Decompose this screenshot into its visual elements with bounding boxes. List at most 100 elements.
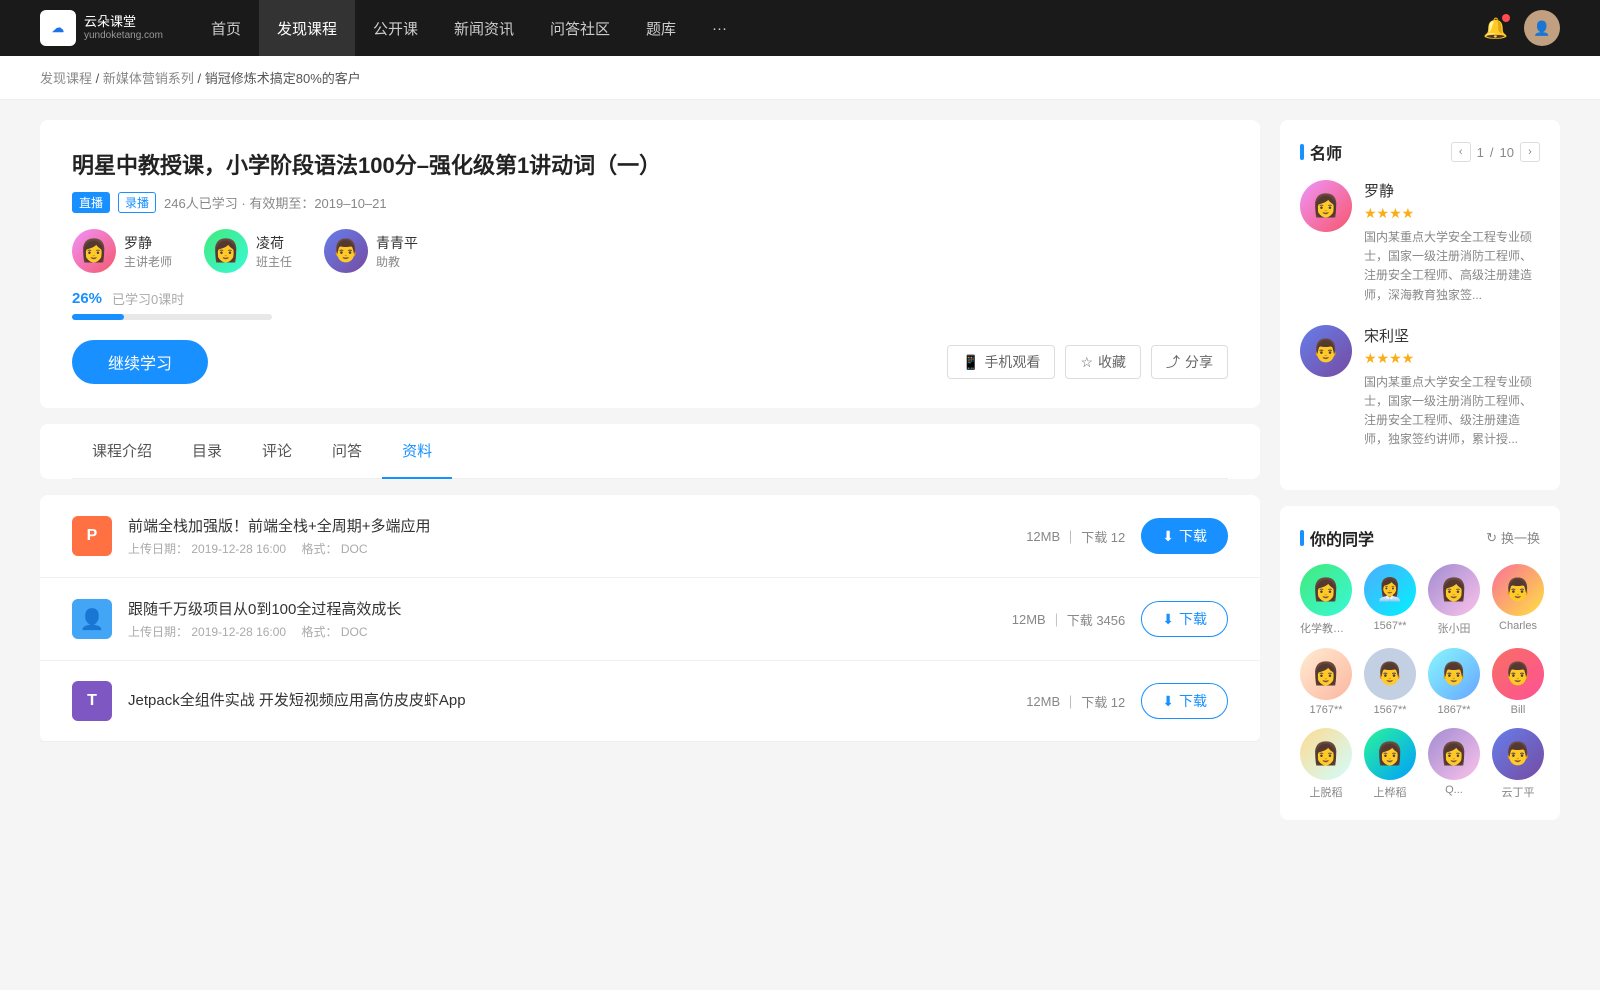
tabs-card: 课程介绍 目录 评论 问答 资料 — [40, 424, 1260, 479]
mobile-watch-button[interactable]: 📱 手机观看 — [947, 345, 1055, 379]
teacher-name-1: 罗静 — [1364, 180, 1540, 201]
classmate-avatar-8: 👨 — [1492, 648, 1544, 700]
instructor-face-3: 👨 — [324, 229, 368, 273]
classmate-1[interactable]: 👩 化学教书... — [1300, 564, 1352, 636]
resource-meta-1: 上传日期： 2019-12-28 16:00 格式： DOC — [128, 540, 1010, 557]
instructor-info-1: 罗静 主讲老师 — [124, 233, 172, 270]
classmate-avatar-9: 👩 — [1300, 728, 1352, 780]
classmate-9[interactable]: 👩 上脱稻 — [1300, 728, 1352, 800]
tab-comments[interactable]: 评论 — [242, 424, 312, 479]
instructor-avatar-2: 👩 — [204, 229, 248, 273]
instructor-avatar-1: 👩 — [72, 229, 116, 273]
classmate-avatar-11: 👩 — [1428, 728, 1480, 780]
refresh-button[interactable]: ↻ 换一换 — [1486, 528, 1540, 547]
tab-qa[interactable]: 问答 — [312, 424, 382, 479]
nav-discover[interactable]: 发现课程 — [259, 0, 355, 56]
instructor-role-2: 班主任 — [256, 253, 292, 270]
progress-bar-fill — [72, 314, 124, 320]
classmate-name-5: 1767** — [1309, 704, 1342, 716]
bell-icon[interactable]: 🔔 — [1483, 16, 1508, 41]
nav-public[interactable]: 公开课 — [355, 0, 436, 56]
collect-button[interactable]: ☆ 收藏 — [1065, 345, 1141, 379]
classmate-avatar-2: 👩‍💼 — [1364, 564, 1416, 616]
badge-record: 录播 — [118, 192, 156, 213]
classmate-name-7: 1867** — [1437, 704, 1470, 716]
classmate-name-4: Charles — [1499, 620, 1537, 632]
instructor-avatar-3: 👨 — [324, 229, 368, 273]
progress-section: 26% 已学习0课时 — [72, 289, 1228, 320]
classmate-11[interactable]: 👩 Q... — [1428, 728, 1480, 800]
nav-qa[interactable]: 问答社区 — [532, 0, 628, 56]
download-button-3[interactable]: ⬇ 下载 — [1141, 683, 1228, 719]
instructor-name-3: 青青平 — [376, 233, 418, 253]
download-icon-2: ⬇ — [1162, 611, 1174, 628]
resource-upload-label-2: 上传日期： — [128, 625, 188, 639]
resource-item-1: P 前端全栈加强版！前端全栈+全周期+多端应用 上传日期： 2019-12-28… — [40, 495, 1260, 578]
classmate-12[interactable]: 👨 云丁平 — [1492, 728, 1544, 800]
nav-home[interactable]: 首页 — [193, 0, 259, 56]
logo[interactable]: ☁ 云朵课堂 yundoketang.com — [40, 10, 163, 46]
action-group: 📱 手机观看 ☆ 收藏 ⤴ 分享 — [947, 345, 1228, 379]
resource-info-3: Jetpack全组件实战 开发短视频应用高仿皮皮虾App — [128, 689, 1010, 714]
classmate-avatar-6: 👨 — [1364, 648, 1416, 700]
tabs: 课程介绍 目录 评论 问答 资料 — [72, 424, 1228, 479]
download-icon-1: ⬇ — [1162, 528, 1174, 545]
nav-more[interactable]: ··· — [694, 0, 745, 56]
teacher-desc-1: 国内某重点大学安全工程专业硕士，国家一级注册消防工程师、注册安全工程师、高级注册… — [1364, 228, 1540, 305]
nav-quiz[interactable]: 题库 — [628, 0, 694, 56]
continue-button[interactable]: 继续学习 — [72, 340, 208, 384]
page-prev-button[interactable]: ‹ — [1451, 142, 1471, 162]
teacher-info-2: 宋利坚 ★★★★ 国内某重点大学安全工程专业硕士，国家一级注册消防工程师、注册安… — [1364, 325, 1540, 450]
classmate-name-9: 上脱稻 — [1310, 784, 1343, 800]
instructor-role-1: 主讲老师 — [124, 253, 172, 270]
course-title: 明星中教授课，小学阶段语法100分–强化级第1讲动词（一） — [72, 148, 1228, 180]
resource-meta-2: 上传日期： 2019-12-28 16:00 格式： DOC — [128, 623, 996, 640]
badge-live: 直播 — [72, 192, 110, 213]
classmate-10[interactable]: 👩 上桦稻 — [1364, 728, 1416, 800]
classmate-name-2: 1567** — [1373, 620, 1406, 632]
download-button-1[interactable]: ⬇ 下载 — [1141, 518, 1228, 554]
tab-intro[interactable]: 课程介绍 — [72, 424, 172, 479]
page-next-button[interactable]: › — [1520, 142, 1540, 162]
instructor-face-1: 👩 — [72, 229, 116, 273]
course-card: 明星中教授课，小学阶段语法100分–强化级第1讲动词（一） 直播 录播 246人… — [40, 120, 1260, 408]
share-button[interactable]: ⤴ 分享 — [1151, 345, 1228, 379]
instructor-2: 👩 凌荷 班主任 — [204, 229, 292, 273]
mobile-icon: 📱 — [962, 354, 979, 371]
classmate-name-6: 1567** — [1373, 704, 1406, 716]
course-badges: 直播 录播 246人已学习 · 有效期至：2019–10–21 — [72, 192, 1228, 213]
resources-list: P 前端全栈加强版！前端全栈+全周期+多端应用 上传日期： 2019-12-28… — [40, 495, 1260, 742]
classmate-3[interactable]: 👩 张小田 — [1428, 564, 1480, 636]
resource-title-2: 跟随千万级项目从0到100全过程高效成长 — [128, 598, 996, 619]
classmates-grid: 👩 化学教书... 👩‍💼 1567** 👩 张小田 👨 Charles 👩 — [1300, 564, 1540, 800]
classmate-name-12: 云丁平 — [1502, 784, 1535, 800]
nav-right: 🔔 👤 — [1483, 10, 1560, 46]
breadcrumb-series[interactable]: 新媒体营销系列 — [103, 71, 194, 86]
teacher-face-2: 👨 — [1300, 325, 1352, 377]
classmate-7[interactable]: 👨 1867** — [1428, 648, 1480, 716]
course-meta: 246人已学习 · 有效期至：2019–10–21 — [164, 193, 387, 212]
classmate-2[interactable]: 👩‍💼 1567** — [1364, 564, 1416, 636]
download-button-2[interactable]: ⬇ 下载 — [1141, 601, 1228, 637]
progress-label: 26% 已学习0课时 — [72, 289, 1228, 308]
user-avatar[interactable]: 👤 — [1524, 10, 1560, 46]
resource-icon-1: P — [72, 516, 112, 556]
resource-item-3: T Jetpack全组件实战 开发短视频应用高仿皮皮虾App 12MB ｜ 下载… — [40, 661, 1260, 742]
progress-bar-bg — [72, 314, 272, 320]
tab-catalog[interactable]: 目录 — [172, 424, 242, 479]
instructor-1: 👩 罗静 主讲老师 — [72, 229, 172, 273]
classmates-header: 你的同学 ↻ 换一换 — [1300, 526, 1540, 550]
classmate-4[interactable]: 👨 Charles — [1492, 564, 1544, 636]
instructor-info-2: 凌荷 班主任 — [256, 233, 292, 270]
resource-format-label-2: 格式： — [289, 625, 337, 639]
classmate-avatar-10: 👩 — [1364, 728, 1416, 780]
classmate-8[interactable]: 👨 Bill — [1492, 648, 1544, 716]
breadcrumb-discover[interactable]: 发现课程 — [40, 71, 92, 86]
classmate-6[interactable]: 👨 1567** — [1364, 648, 1416, 716]
classmate-5[interactable]: 👩 1767** — [1300, 648, 1352, 716]
nav-news[interactable]: 新闻资讯 — [436, 0, 532, 56]
tab-resources[interactable]: 资料 — [382, 424, 452, 479]
download-icon-3: ⬇ — [1162, 693, 1174, 710]
breadcrumb: 发现课程 / 新媒体营销系列 / 销冠修炼术搞定80%的客户 — [0, 56, 1600, 100]
page-total: 10 — [1500, 145, 1514, 160]
